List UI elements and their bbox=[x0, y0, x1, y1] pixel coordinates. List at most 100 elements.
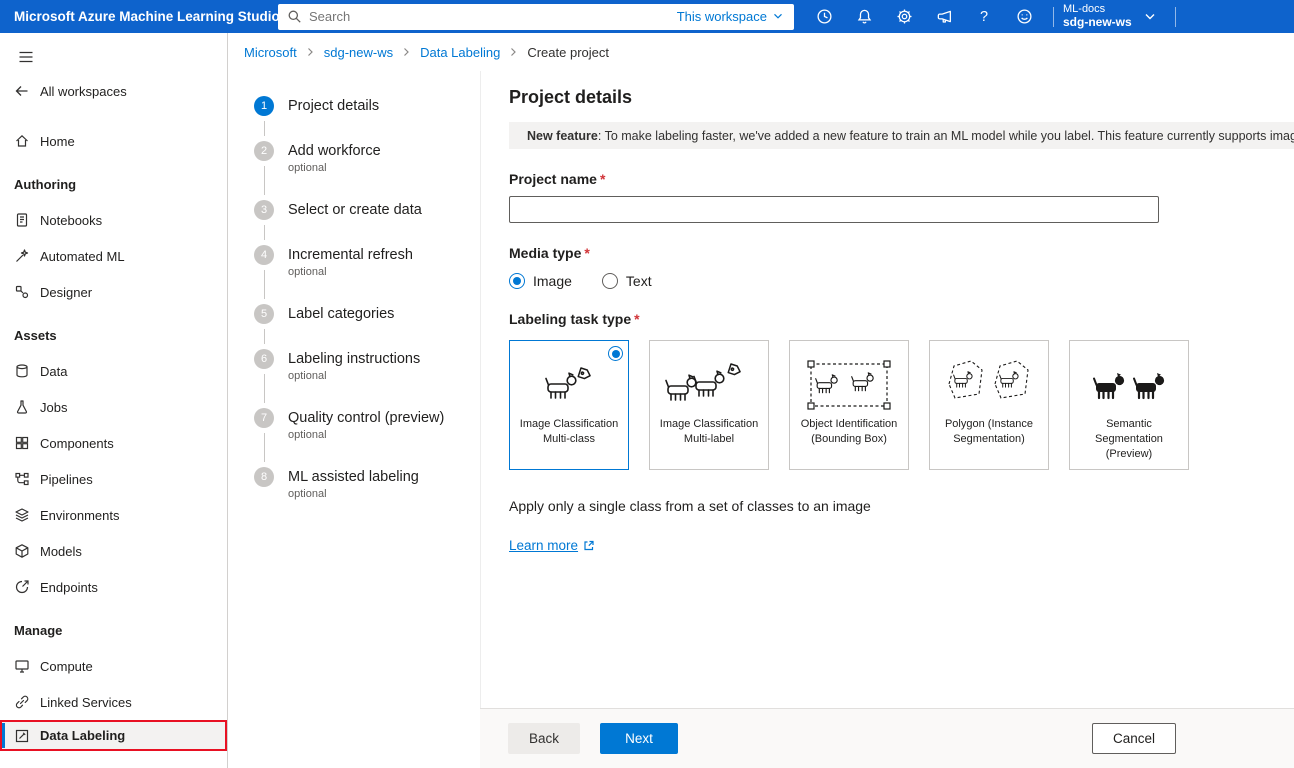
task-card-semantic-segmentation[interactable]: Semantic Segmentation (Preview) bbox=[1069, 340, 1189, 470]
cancel-button[interactable]: Cancel bbox=[1092, 723, 1176, 754]
topbar-icon-group: ? bbox=[804, 0, 1044, 33]
search-icon bbox=[287, 9, 302, 24]
sidebar-item-data[interactable]: Data bbox=[0, 353, 227, 389]
sidebar-section-authoring: Authoring bbox=[0, 159, 227, 202]
search-scope-label: This workspace bbox=[677, 9, 767, 24]
task-card-image-classification-multilabel[interactable]: Image Classification Multi-label bbox=[649, 340, 769, 470]
required-asterisk: * bbox=[634, 311, 639, 327]
dogs-polygon-outline-icon bbox=[941, 355, 1037, 415]
designer-icon bbox=[14, 284, 30, 300]
sidebar-item-compute[interactable]: Compute bbox=[0, 648, 227, 684]
dog-with-tag-icon bbox=[521, 355, 617, 415]
task-card-image-classification-multiclass[interactable]: Image Classification Multi-class bbox=[509, 340, 629, 470]
bell-icon[interactable] bbox=[844, 0, 884, 33]
topbar: Microsoft Azure Machine Learning Studio … bbox=[0, 0, 1294, 33]
notebooks-icon bbox=[14, 212, 30, 228]
sidebar-item-components[interactable]: Components bbox=[0, 425, 227, 461]
sidebar-item-endpoints[interactable]: Endpoints bbox=[0, 569, 227, 605]
breadcrumb-workspace[interactable]: sdg-new-ws bbox=[324, 45, 393, 60]
topbar-separator bbox=[1053, 7, 1054, 27]
chevron-down-icon[interactable] bbox=[1144, 13, 1156, 21]
step-select-or-create-data[interactable]: 3 Select or create data bbox=[254, 200, 480, 220]
media-type-radio-group: Image Text bbox=[509, 273, 1294, 289]
breadcrumb-data-labeling[interactable]: Data Labeling bbox=[420, 45, 500, 60]
banner-bold-text: New feature bbox=[527, 129, 598, 143]
topbar-separator bbox=[1175, 7, 1176, 27]
chevron-down-icon bbox=[773, 13, 783, 20]
sidebar-item-models[interactable]: Models bbox=[0, 533, 227, 569]
wizard-footer: Back Next Cancel bbox=[480, 708, 1294, 768]
page-title: Project details bbox=[509, 87, 1294, 108]
all-workspaces-back-link[interactable]: All workspaces bbox=[0, 71, 227, 111]
two-dogs-with-tag-icon bbox=[661, 355, 757, 415]
gear-icon[interactable] bbox=[884, 0, 924, 33]
breadcrumb-current: Create project bbox=[527, 45, 609, 60]
back-button[interactable]: Back bbox=[508, 723, 580, 754]
task-card-object-identification[interactable]: Object Identification (Bounding Box) bbox=[789, 340, 909, 470]
step-add-workforce[interactable]: 2 Add workforceoptional bbox=[254, 141, 480, 175]
environments-icon bbox=[14, 507, 30, 523]
new-feature-banner: New feature: To make labeling faster, we… bbox=[509, 122, 1294, 149]
sidebar-item-designer[interactable]: Designer bbox=[0, 274, 227, 310]
next-button[interactable]: Next bbox=[600, 723, 678, 754]
media-option-image[interactable]: Image bbox=[509, 273, 572, 289]
task-description: Apply only a single class from a set of … bbox=[509, 498, 1294, 514]
step-project-details[interactable]: 1 Project details bbox=[254, 96, 480, 116]
sidebar-item-home[interactable]: Home bbox=[0, 123, 227, 159]
labeling-task-type-label: Labeling task type* bbox=[509, 311, 1294, 327]
search-scope-dropdown[interactable]: This workspace bbox=[677, 9, 785, 24]
breadcrumb-separator-icon bbox=[307, 47, 314, 57]
main-content: Project details New feature: To make lab… bbox=[480, 71, 1294, 708]
breadcrumb-separator-icon bbox=[403, 47, 410, 57]
sidebar-item-notebooks[interactable]: Notebooks bbox=[0, 202, 227, 238]
project-name-input[interactable] bbox=[509, 196, 1159, 223]
linked-services-icon bbox=[14, 694, 30, 710]
sidebar-item-automated-ml[interactable]: Automated ML bbox=[0, 238, 227, 274]
step-labeling-instructions[interactable]: 6 Labeling instructionsoptional bbox=[254, 349, 480, 383]
task-type-card-group: Image Classification Multi-class Image C… bbox=[509, 340, 1294, 470]
media-option-text[interactable]: Text bbox=[602, 273, 652, 289]
search-input[interactable] bbox=[309, 9, 670, 24]
breadcrumb-separator-icon bbox=[510, 47, 517, 57]
models-icon bbox=[14, 543, 30, 559]
hamburger-menu-icon[interactable] bbox=[14, 45, 38, 69]
task-card-polygon-segmentation[interactable]: Polygon (Instance Segmentation) bbox=[929, 340, 1049, 470]
step-ml-assisted-labeling[interactable]: 8 ML assisted labelingoptional bbox=[254, 467, 480, 501]
sidebar-item-pipelines[interactable]: Pipelines bbox=[0, 461, 227, 497]
external-link-icon bbox=[583, 540, 594, 551]
required-asterisk: * bbox=[600, 171, 605, 187]
pipelines-icon bbox=[14, 471, 30, 487]
sidebar-item-jobs[interactable]: Jobs bbox=[0, 389, 227, 425]
help-icon[interactable]: ? bbox=[964, 0, 1004, 33]
sidebar: All workspaces Home Authoring Notebooks … bbox=[0, 33, 228, 768]
wizard-stepper: 1 Project details 2 Add workforceoptiona… bbox=[228, 71, 480, 768]
learn-more-link[interactable]: Learn more bbox=[509, 538, 594, 553]
breadcrumb-microsoft[interactable]: Microsoft bbox=[244, 45, 297, 60]
feedback-megaphone-icon[interactable] bbox=[924, 0, 964, 33]
smiley-feedback-icon[interactable] bbox=[1004, 0, 1044, 33]
endpoints-icon bbox=[14, 579, 30, 595]
data-labeling-icon bbox=[14, 728, 30, 744]
automated-ml-icon bbox=[14, 248, 30, 264]
step-incremental-refresh[interactable]: 4 Incremental refreshoptional bbox=[254, 245, 480, 279]
compute-icon bbox=[14, 658, 30, 674]
jobs-icon bbox=[14, 399, 30, 415]
workspace-name: sdg-new-ws bbox=[1063, 16, 1132, 30]
workspace-selector[interactable]: ML-docs sdg-new-ws bbox=[1063, 3, 1132, 29]
sidebar-item-linked-services[interactable]: Linked Services bbox=[0, 684, 227, 720]
dogs-in-bounding-box-icon bbox=[801, 355, 897, 415]
required-asterisk: * bbox=[584, 245, 589, 261]
banner-text: : To make labeling faster, we've added a… bbox=[598, 129, 1294, 143]
sidebar-item-data-labeling[interactable]: Data Labeling bbox=[0, 720, 227, 751]
back-arrow-icon bbox=[14, 83, 30, 99]
clock-icon[interactable] bbox=[804, 0, 844, 33]
step-label-categories[interactable]: 5 Label categories bbox=[254, 304, 480, 324]
sidebar-section-assets: Assets bbox=[0, 310, 227, 353]
home-icon bbox=[14, 133, 30, 149]
media-type-label: Media type* bbox=[509, 245, 1294, 261]
sidebar-item-environments[interactable]: Environments bbox=[0, 497, 227, 533]
step-quality-control[interactable]: 7 Quality control (preview)optional bbox=[254, 408, 480, 442]
data-icon bbox=[14, 363, 30, 379]
radio-unselected-icon bbox=[602, 273, 618, 289]
components-icon bbox=[14, 435, 30, 451]
